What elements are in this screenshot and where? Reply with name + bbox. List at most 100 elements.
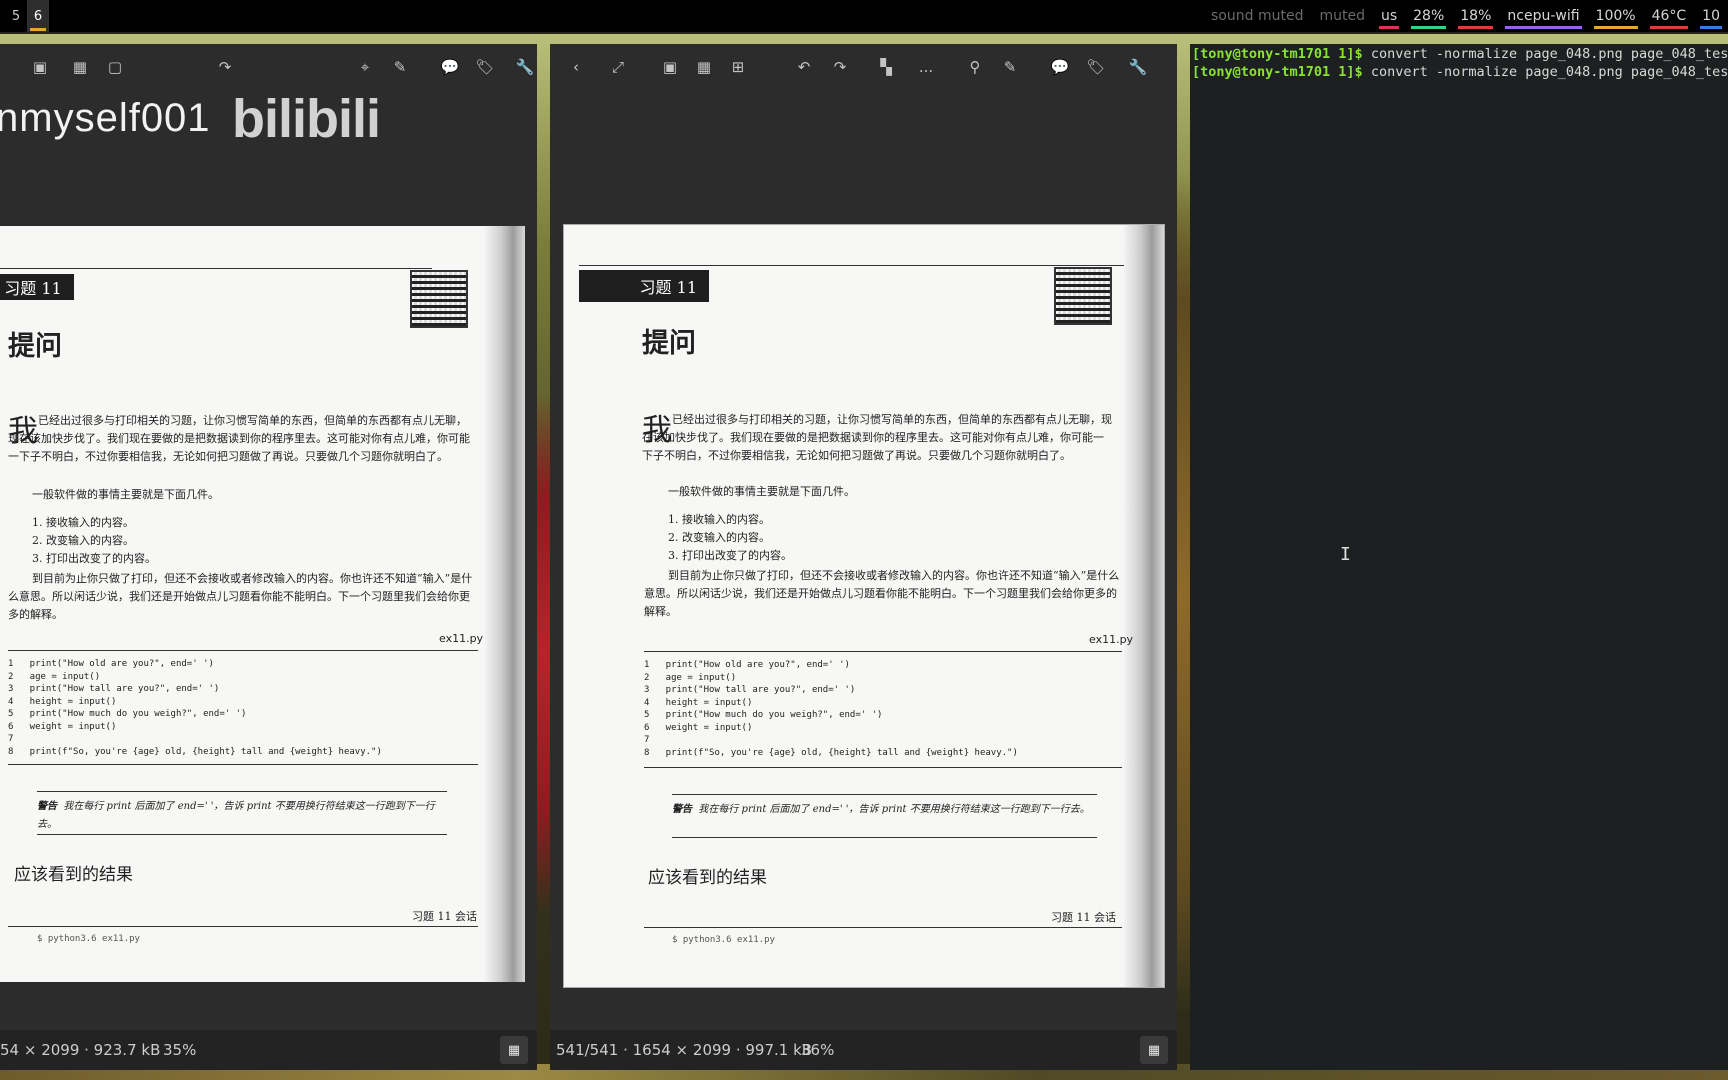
intro-paragraph: 已经出过很多与打印相关的习题，让你习惯写简单的东西，但简单的东西都有点儿无聊，现… xyxy=(8,414,470,463)
status-text: 18% xyxy=(1460,8,1492,24)
status-underline xyxy=(1649,26,1689,29)
image-info: 54 × 2099 · 923.7 kB xyxy=(0,1041,161,1059)
shell-command: $ python3.6 ex11.py xyxy=(672,935,775,945)
comment-icon[interactable]: 💬 xyxy=(1050,57,1070,77)
shell-command: $ python3.6 ex11.py xyxy=(37,934,140,944)
thumbnail-grid-icon[interactable]: ▦ xyxy=(1140,1036,1168,1064)
status-underline xyxy=(1593,26,1638,29)
brush-icon[interactable]: ✎ xyxy=(390,57,410,77)
warning-bottom-rule xyxy=(672,837,1097,838)
viewer-toolbar: ‹ ⤢ ▣ ▦ ⊞ ↶ ↷ ▚ ... ⚲ ✎ 💬 🏷 🔧 xyxy=(550,44,1177,90)
warning-note: 警告 我在每行 print 后面加了 end=' '，告诉 print 不要用换… xyxy=(37,798,447,834)
tag-icon[interactable]: 🏷 xyxy=(475,57,495,77)
list-item: 1. 接收输入的内容。 xyxy=(668,513,770,526)
status-text: 100% xyxy=(1595,8,1636,24)
status-text: sound muted xyxy=(1211,8,1304,24)
bulb-icon[interactable]: ⚲ xyxy=(965,57,985,77)
status-text: 28% xyxy=(1413,8,1445,24)
page-title: 提问 xyxy=(642,328,696,359)
code-bottom-rule xyxy=(8,764,478,765)
add-page-icon[interactable]: ⊞ xyxy=(728,57,748,77)
warning-note: 警告 我在每行 print 后面加了 end=' '，告诉 print 不要用换… xyxy=(672,801,1097,819)
status-underline xyxy=(1458,26,1494,29)
status-text: muted xyxy=(1319,8,1365,24)
wrench-icon[interactable]: 🔧 xyxy=(515,57,535,77)
fullscreen-icon[interactable]: ⤢ xyxy=(608,57,628,77)
code-bottom-rule xyxy=(644,767,1122,768)
rotate-left-icon[interactable]: ↶ xyxy=(794,57,814,77)
footer-rule xyxy=(8,926,478,927)
status-block: 18% xyxy=(1452,0,1499,32)
shell-command-text: convert -normalize page_048.png page_048… xyxy=(1362,64,1728,80)
back-icon[interactable]: ‹ xyxy=(566,57,586,77)
status-underline xyxy=(1505,26,1582,29)
pointer-icon[interactable]: ⌖ xyxy=(355,57,375,77)
fit-page-icon[interactable]: ▦ xyxy=(694,57,714,77)
status-underline xyxy=(1411,26,1447,29)
code-filename: ex11.py xyxy=(439,632,484,645)
section-heading: 应该看到的结果 xyxy=(14,865,133,885)
warning-text: 我在每行 print 后面加了 end=' '，告诉 print 不要用换行符结… xyxy=(698,804,1090,815)
brush-icon[interactable]: ✎ xyxy=(1000,57,1020,77)
terminal-window[interactable]: [tony@tony-tm1701 1]$ convert -normalize… xyxy=(1190,44,1728,1070)
status-block: ncepu-wifi xyxy=(1499,0,1587,32)
header-rule xyxy=(0,268,432,269)
rotate-right-icon[interactable]: ↷ xyxy=(215,57,235,77)
text-cursor-icon: I xyxy=(1340,544,1351,565)
list-item: 3. 打印出改变了的内容。 xyxy=(668,549,792,562)
viewer-status-bar: 541/541 · 1654 × 2099 · 997.1 kB 36% ▦ xyxy=(550,1030,1177,1070)
fit-icon[interactable]: ▦ xyxy=(70,57,90,77)
status-block: 10 xyxy=(1694,0,1728,32)
top-status-bar: 5 6 sound muted muted us 28% 18% ncepu-wifi 10… xyxy=(0,0,1728,32)
more-icon[interactable]: ... xyxy=(916,57,936,77)
add-icon[interactable]: ▢ xyxy=(105,57,125,77)
page-footer: 习题 11 会话 xyxy=(412,910,477,923)
document-page-middle: 习题 11 提问 我 已经出过很多与打印相关的习题，让你习惯写简单的东西，但简单… xyxy=(563,224,1165,988)
warning-bottom-rule xyxy=(37,834,447,835)
lead-paragraph: 一般软件做的事情主要就是下面几件。 xyxy=(32,488,219,501)
list-item: 2. 改变输入的内容。 xyxy=(668,531,770,544)
first-page-icon[interactable]: ▣ xyxy=(30,57,50,77)
status-block: muted xyxy=(1311,0,1373,32)
image-viewer-middle: ‹ ⤢ ▣ ▦ ⊞ ↶ ↷ ▚ ... ⚲ ✎ 💬 🏷 🔧 习题 11 提问 我… xyxy=(550,44,1177,1070)
tag-icon[interactable]: 🏷 xyxy=(1086,57,1106,77)
code-listing: 1 print("How old are you?", end=' ') 2 a… xyxy=(8,659,382,757)
second-paragraph: 到目前为止你只做了打印，但还不会接收或者修改输入的内容。你也许还不知道“输入”是… xyxy=(8,572,473,621)
image-info: 541/541 · 1654 × 2099 · 997.1 kB xyxy=(556,1041,813,1059)
status-block: sound muted xyxy=(1203,0,1311,32)
viewer-status-bar: 54 × 2099 · 923.7 kB 35% ▦ xyxy=(0,1030,537,1070)
second-paragraph: 到目前为止你只做了打印，但还不会接收或者修改输入的内容。你也许还不知道“输入”是… xyxy=(644,569,1120,618)
thumbnail-grid-icon[interactable]: ▦ xyxy=(500,1036,528,1064)
page-spine-shadow xyxy=(1124,225,1164,987)
page-footer: 习题 11 会话 xyxy=(1051,911,1116,924)
wrench-icon[interactable]: 🔧 xyxy=(1128,57,1148,77)
bilibili-logo-watermark: bilibili xyxy=(232,89,381,149)
single-page-icon[interactable]: ▣ xyxy=(660,57,680,77)
code-top-rule xyxy=(644,651,1122,652)
comment-icon[interactable]: 💬 xyxy=(440,57,460,77)
crop-icon[interactable]: ▚ xyxy=(876,57,896,77)
workspace-5-button[interactable]: 5 xyxy=(5,0,27,32)
warning-label: 警告 xyxy=(37,801,57,812)
document-page-left: 习题 11 提问 我 已经出过很多与打印相关的习题，让你习惯写简单的东西，但简单… xyxy=(0,226,525,982)
intro-paragraph: 已经出过很多与打印相关的习题，让你习惯写简单的东西，但简单的东西都有点儿无聊，现… xyxy=(642,413,1112,462)
zoom-level: 35% xyxy=(163,1041,197,1059)
status-blocks: sound muted muted us 28% 18% ncepu-wifi 100% 46… xyxy=(1203,0,1728,32)
chapter-label: 习题 11 xyxy=(579,270,709,302)
video-uploader-watermark: nmyself001 xyxy=(0,96,211,140)
terminal-line: [tony@tony-tm1701 1]$ convert -normalize… xyxy=(1192,46,1728,62)
status-text: ncepu-wifi xyxy=(1507,8,1580,24)
status-text: 10 xyxy=(1702,8,1720,24)
rotate-right-icon[interactable]: ↷ xyxy=(830,57,850,77)
shell-command-text: convert -normalize page_048.png page_048… xyxy=(1362,46,1728,62)
status-underline xyxy=(1700,26,1722,29)
code-listing: 1 print("How old are you?", end=' ') 2 a… xyxy=(644,660,1018,758)
section-heading: 应该看到的结果 xyxy=(648,868,767,888)
warning-label: 警告 xyxy=(672,804,692,815)
list-item: 3. 打印出改变了的内容。 xyxy=(32,552,156,565)
list-item: 1. 接收输入的内容。 xyxy=(32,516,134,529)
workspace-6-button[interactable]: 6 xyxy=(27,0,49,32)
image-viewer-left: ▣ ▦ ▢ ↷ ⌖ ✎ 💬 🏷 🔧 nmyself001 bilibili 习题… xyxy=(0,44,537,1070)
footer-rule xyxy=(644,927,1122,928)
warning-top-rule xyxy=(37,791,447,792)
